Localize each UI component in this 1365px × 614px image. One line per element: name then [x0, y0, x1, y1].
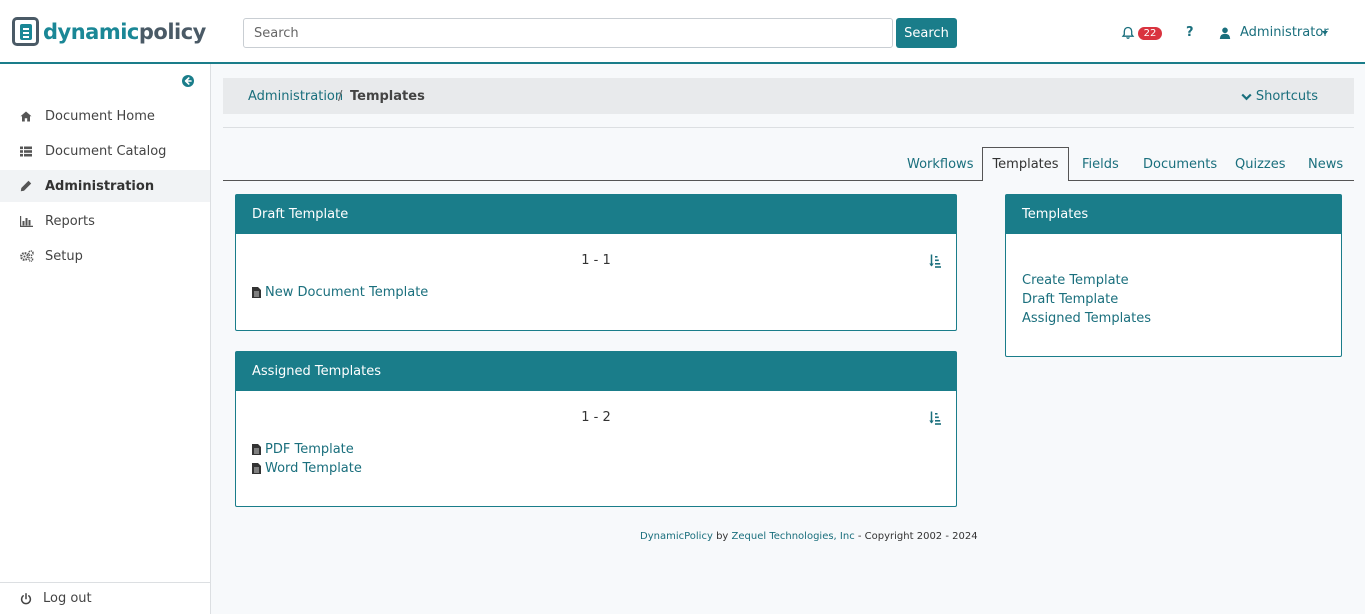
sidebar-item-reports[interactable]: Reports: [0, 205, 210, 237]
chevron-down-icon[interactable]: [1322, 31, 1328, 35]
user-icon: [1219, 27, 1231, 39]
logo[interactable]: dynamicpolicy: [12, 17, 206, 46]
breadcrumb-current: Templates: [350, 89, 425, 104]
search-input[interactable]: [243, 18, 893, 48]
pager-range: 1 - 1: [581, 253, 611, 268]
bar-chart-icon: [20, 215, 38, 227]
shortcuts-toggle[interactable]: Shortcuts: [1241, 89, 1318, 104]
bell-icon[interactable]: [1121, 26, 1135, 40]
tab-templates[interactable]: Templates: [982, 147, 1069, 181]
sidebar-item-label: Document Catalog: [45, 143, 167, 159]
create-template-link[interactable]: Create Template: [1022, 273, 1129, 288]
assigned-templates-panel: Assigned Templates 1 - 2 PDF Template Wo…: [235, 351, 957, 507]
templates-menu-panel: Templates Create Template Draft Template…: [1005, 194, 1342, 357]
footer-product-link[interactable]: DynamicPolicy: [640, 531, 713, 542]
pencil-icon: [20, 180, 38, 192]
template-link-word[interactable]: Word Template: [252, 461, 362, 476]
logout-button[interactable]: Log out: [0, 582, 210, 614]
tab-quizzes[interactable]: Quizzes: [1235, 157, 1286, 172]
logo-text-dynamic: dynamic: [43, 19, 139, 44]
footer-copyright: - Copyright 2002 - 2024: [857, 531, 978, 542]
footer: DynamicPolicy by Zequel Technologies, In…: [640, 531, 978, 542]
footer-company-link[interactable]: Zequel Technologies, Inc: [732, 531, 855, 542]
logo-icon: [12, 17, 39, 46]
breadcrumb-separator: /: [338, 89, 343, 104]
panel-title: Draft Template: [236, 195, 956, 234]
power-icon: [20, 592, 38, 605]
file-icon: [252, 463, 261, 474]
sidebar: Document Home Document Catalog Administr…: [0, 64, 211, 614]
template-link-pdf[interactable]: PDF Template: [252, 442, 354, 457]
collapse-sidebar-icon[interactable]: [182, 75, 194, 87]
logout-label: Log out: [43, 591, 92, 606]
shortcuts-label: Shortcuts: [1255, 89, 1318, 104]
sort-icon[interactable]: [929, 254, 941, 268]
gears-icon: [20, 250, 38, 262]
list-icon: [20, 146, 38, 157]
chevron-down-icon: [1241, 93, 1252, 100]
sidebar-item-label: Document Home: [45, 108, 155, 124]
template-link-label: PDF Template: [265, 442, 354, 457]
tab-documents[interactable]: Documents: [1143, 157, 1217, 172]
logo-text-policy: policy: [138, 19, 207, 44]
draft-template-link[interactable]: Draft Template: [1022, 292, 1118, 307]
breadcrumb-administration[interactable]: Administration: [248, 89, 343, 104]
sort-icon[interactable]: [929, 411, 941, 425]
sidebar-item-label: Administration: [45, 178, 155, 194]
breadcrumb: Administration / Templates Shortcuts: [223, 78, 1354, 114]
help-button[interactable]: ?: [1186, 25, 1194, 40]
footer-by: by: [716, 531, 729, 542]
assigned-templates-link[interactable]: Assigned Templates: [1022, 311, 1151, 326]
divider: [223, 127, 1354, 128]
draft-template-panel: Draft Template 1 - 1 New Document Templa…: [235, 194, 957, 331]
sidebar-item-document-home[interactable]: Document Home: [0, 100, 210, 132]
panel-title: Assigned Templates: [236, 352, 956, 391]
file-icon: [252, 444, 261, 455]
pager-range: 1 - 2: [581, 410, 611, 425]
user-menu[interactable]: Administrator: [1240, 25, 1329, 40]
tab-workflows[interactable]: Workflows: [907, 157, 973, 172]
panel-title: Templates: [1006, 195, 1341, 234]
tab-news[interactable]: News: [1308, 157, 1343, 172]
file-icon: [252, 287, 261, 298]
home-icon: [20, 111, 38, 122]
sidebar-item-label: Reports: [45, 213, 95, 229]
sidebar-item-setup[interactable]: Setup: [0, 240, 210, 272]
tabs-baseline: [223, 180, 1354, 181]
sidebar-item-document-catalog[interactable]: Document Catalog: [0, 135, 210, 167]
sidebar-item-administration[interactable]: Administration: [0, 170, 210, 202]
tab-fields[interactable]: Fields: [1082, 157, 1119, 172]
sidebar-item-label: Setup: [45, 248, 83, 264]
template-link-label: Word Template: [265, 461, 362, 476]
template-link-label: New Document Template: [265, 285, 429, 300]
search-button[interactable]: Search: [896, 18, 957, 48]
template-link-new-document[interactable]: New Document Template: [252, 285, 428, 300]
notification-badge[interactable]: 22: [1138, 27, 1162, 40]
top-bar: dynamicpolicy Search 22 ? Administrator: [0, 0, 1365, 64]
